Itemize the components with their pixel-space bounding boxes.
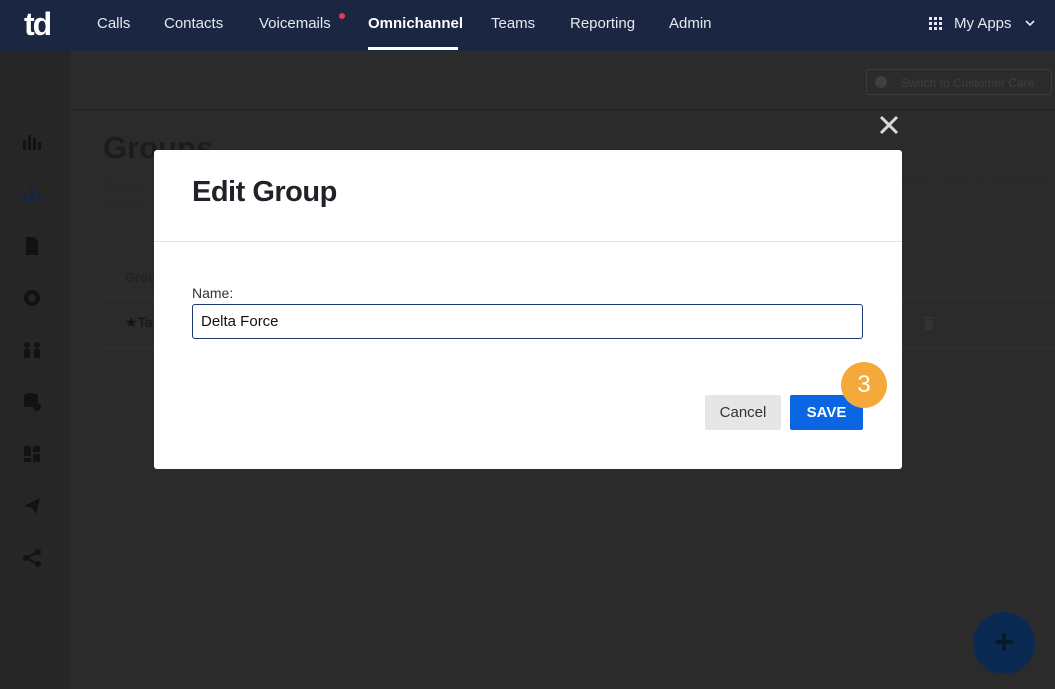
sidebar: [0, 51, 70, 689]
nav-item-omnichannel[interactable]: Omnichannel: [368, 0, 463, 51]
chevron-down-icon: [1025, 20, 1035, 27]
top-navigation-bar: td Calls Contacts Voicemails Omnichannel…: [0, 0, 1055, 51]
my-apps-menu[interactable]: My Apps: [929, 0, 1039, 51]
add-fab-button[interactable]: +: [973, 612, 1035, 674]
page-description-right: isions, map all your team: [902, 174, 1046, 189]
nav-item-calls[interactable]: Calls: [97, 0, 130, 51]
share-icon[interactable]: [22, 548, 42, 568]
star-icon: ★: [125, 314, 138, 330]
customer-care-icon: [875, 76, 887, 88]
page-description-line-1: Manage: [103, 176, 150, 191]
name-field-label: Name:: [192, 285, 234, 301]
table-row[interactable]: ★Ta: [125, 314, 152, 331]
page-description: Manage default r: [103, 174, 150, 212]
send-icon[interactable]: [22, 496, 42, 516]
page-description-line-2: default r: [103, 195, 150, 210]
people-icon[interactable]: [22, 340, 42, 360]
nav-item-admin[interactable]: Admin: [669, 0, 712, 51]
hierarchy-icon[interactable]: [22, 184, 42, 204]
close-icon[interactable]: [878, 114, 900, 136]
my-apps-label: My Apps: [954, 15, 1012, 32]
dialog-title: Edit Group: [192, 176, 337, 208]
switch-button-label: Switch to Customer Care: [901, 76, 1035, 90]
nav-item-teams[interactable]: Teams: [491, 0, 535, 51]
dashboard-icon[interactable]: [22, 444, 42, 464]
nav-item-voicemails[interactable]: Voicemails: [259, 0, 331, 51]
active-tab-indicator: [368, 47, 458, 50]
dialog-divider: [154, 241, 902, 242]
group-name-input[interactable]: [192, 304, 863, 339]
document-icon[interactable]: [22, 236, 42, 256]
bar-chart-icon[interactable]: [22, 132, 42, 152]
nav-item-reporting[interactable]: Reporting: [570, 0, 635, 51]
voicemail-notification-dot: [339, 13, 345, 19]
trash-icon[interactable]: [923, 316, 935, 330]
apps-grid-icon: [929, 17, 943, 31]
switch-to-customer-care-button[interactable]: Switch to Customer Care: [866, 69, 1052, 95]
gear-icon[interactable]: [22, 288, 42, 308]
nav-item-contacts[interactable]: Contacts: [164, 0, 223, 51]
row-group-name: Ta: [137, 314, 153, 330]
edit-group-dialog: Edit Group Name: Cancel SAVE: [154, 150, 902, 469]
step-number-badge: 3: [841, 362, 887, 408]
table-column-header: Grou: [125, 270, 157, 285]
app-logo[interactable]: td: [24, 7, 52, 41]
cancel-button[interactable]: Cancel: [705, 395, 781, 430]
database-settings-icon[interactable]: [22, 392, 42, 412]
